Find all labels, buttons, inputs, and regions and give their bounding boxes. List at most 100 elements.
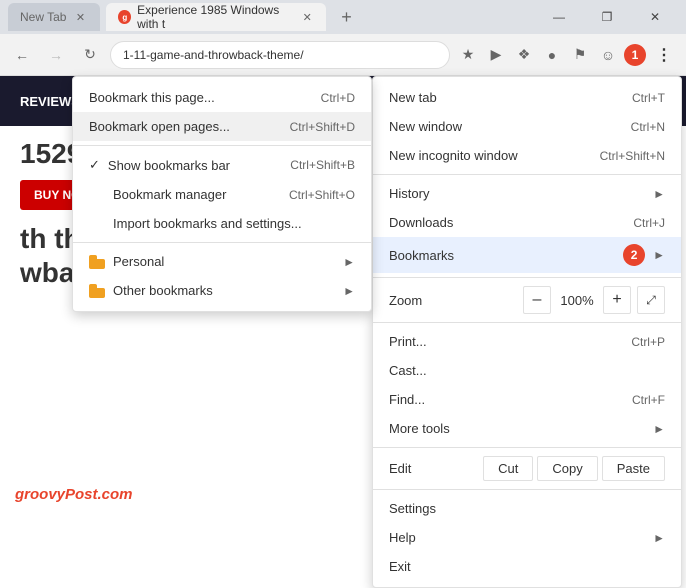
other-arrow-icon: ► [343,284,355,298]
menu-new-tab-label: New tab [389,90,612,105]
menu-divider-4 [373,447,681,448]
menu-cast-label: Cast... [389,363,665,378]
window-controls: — ❐ ✕ [536,0,678,34]
menu-more-tools[interactable]: More tools ► [373,414,681,443]
active-tab-close[interactable]: ✕ [300,9,314,25]
menu-edit-row: Edit Cut Copy Paste [373,452,681,485]
tab-favicon: g [118,10,131,24]
address-bar: ← → ↻ 1-11-game-and-throwback-theme/ ★ ▶… [0,34,686,76]
submenu-show-bar[interactable]: ✓ Show bookmarks bar Ctrl+Shift+B [73,150,371,180]
screenshot-icon[interactable]: ▶ [484,43,508,67]
menu-downloads-shortcut: Ctrl+J [633,216,665,230]
menu-incognito[interactable]: New incognito window Ctrl+Shift+N [373,141,681,170]
paste-button[interactable]: Paste [602,456,665,481]
submenu-manager-label: Bookmark manager [113,187,279,202]
flag-icon[interactable]: ⚑ [568,43,592,67]
reload-button[interactable]: ↻ [76,41,104,69]
menu-history-label: History [389,186,645,201]
show-bar-checkmark: ✓ [89,157,100,173]
inactive-tab[interactable]: New Tab ✕ [8,3,100,31]
new-tab-button[interactable]: + [332,3,360,31]
annotation-2: 2 [623,244,645,266]
submenu-show-bar-shortcut: Ctrl+Shift+B [290,158,355,172]
submenu-import[interactable]: Import bookmarks and settings... [73,209,371,238]
menu-find-shortcut: Ctrl+F [632,393,665,407]
zoom-fullscreen-button[interactable]: ⤢ [637,286,665,314]
menu-find[interactable]: Find... Ctrl+F [373,385,681,414]
submenu-personal-label: Personal [113,254,335,269]
menu-new-tab[interactable]: New tab Ctrl+T [373,83,681,112]
title-bar: New Tab ✕ g Experience 1985 Windows with… [0,0,686,34]
zoom-label: Zoom [389,293,515,308]
menu-settings-label: Settings [389,501,665,516]
inactive-tab-close[interactable]: ✕ [72,9,88,25]
submenu-show-bar-label: Show bookmarks bar [108,158,280,173]
maximize-button[interactable]: ❐ [584,0,630,34]
submenu-manager[interactable]: Bookmark manager Ctrl+Shift+O [73,180,371,209]
submenu-bookmark-page-shortcut: Ctrl+D [321,91,355,105]
submenu-other-label: Other bookmarks [113,283,335,298]
help-arrow-icon: ► [653,531,665,545]
submenu-divider-1 [73,145,371,146]
menu-exit-label: Exit [389,559,665,574]
menu-downloads[interactable]: Downloads Ctrl+J [373,208,681,237]
submenu-manager-shortcut: Ctrl+Shift+O [289,188,355,202]
chrome-menu: New tab Ctrl+T New window Ctrl+N New inc… [372,76,682,588]
submenu-bookmark-open[interactable]: Bookmark open pages... Ctrl+Shift+D [73,112,371,141]
menu-divider-3 [373,322,681,323]
submenu-other-bookmarks[interactable]: Other bookmarks ► [73,276,371,305]
zoom-controls: – 100% + ⤢ [523,286,665,314]
forward-button[interactable]: → [42,41,70,69]
submenu-bookmark-page[interactable]: Bookmark this page... Ctrl+D [73,83,371,112]
menu-new-window-shortcut: Ctrl+N [631,120,665,134]
submenu-bookmark-open-shortcut: Ctrl+Shift+D [290,120,355,134]
menu-new-window-label: New window [389,119,611,134]
nav-reviews: REVIEWS [20,94,80,109]
tab-label: New Tab [20,10,66,24]
menu-new-tab-shortcut: Ctrl+T [632,91,665,105]
menu-bookmarks[interactable]: Bookmarks 2 ► [373,237,681,273]
back-button[interactable]: ← [8,41,36,69]
menu-divider-5 [373,489,681,490]
submenu-bookmark-open-label: Bookmark open pages... [89,119,280,134]
menu-new-window[interactable]: New window Ctrl+N [373,112,681,141]
menu-print[interactable]: Print... Ctrl+P [373,327,681,356]
chrome-menu-button[interactable]: ⋮ [650,41,678,69]
menu-print-label: Print... [389,334,611,349]
zoom-value: 100% [557,293,597,308]
bookmark-icon[interactable]: ● [540,43,564,67]
menu-incognito-label: New incognito window [389,148,580,163]
personal-folder-icon [89,255,105,269]
copy-button[interactable]: Copy [537,456,597,481]
annotation-1: 1 [624,44,646,66]
menu-history[interactable]: History ► [373,179,681,208]
user-icon[interactable]: ☺ [596,43,620,67]
edit-label: Edit [389,461,479,476]
more-tools-arrow-icon: ► [653,422,665,436]
menu-exit[interactable]: Exit [373,552,681,581]
personal-arrow-icon: ► [343,255,355,269]
zoom-minus-button[interactable]: – [523,286,551,314]
bookmark-star-icon[interactable]: ★ [456,43,480,67]
submenu-personal[interactable]: Personal ► [73,247,371,276]
cut-button[interactable]: Cut [483,456,533,481]
menu-incognito-shortcut: Ctrl+Shift+N [600,149,665,163]
active-tab[interactable]: g Experience 1985 Windows with t ✕ [106,3,326,31]
menu-settings[interactable]: Settings [373,494,681,523]
address-input[interactable]: 1-11-game-and-throwback-theme/ [110,41,450,69]
extension-icon[interactable]: ❖ [512,43,536,67]
menu-divider-1 [373,174,681,175]
submenu-import-label: Import bookmarks and settings... [113,216,355,231]
menu-downloads-label: Downloads [389,215,613,230]
bookmarks-arrow-icon: ► [653,248,665,262]
history-arrow-icon: ► [653,187,665,201]
menu-help[interactable]: Help ► [373,523,681,552]
close-button[interactable]: ✕ [632,0,678,34]
menu-help-label: Help [389,530,645,545]
zoom-plus-button[interactable]: + [603,286,631,314]
submenu-bookmark-page-label: Bookmark this page... [89,90,311,105]
menu-zoom-row: Zoom – 100% + ⤢ [373,282,681,318]
minimize-button[interactable]: — [536,0,582,34]
menu-cast[interactable]: Cast... [373,356,681,385]
menu-print-shortcut: Ctrl+P [631,335,665,349]
